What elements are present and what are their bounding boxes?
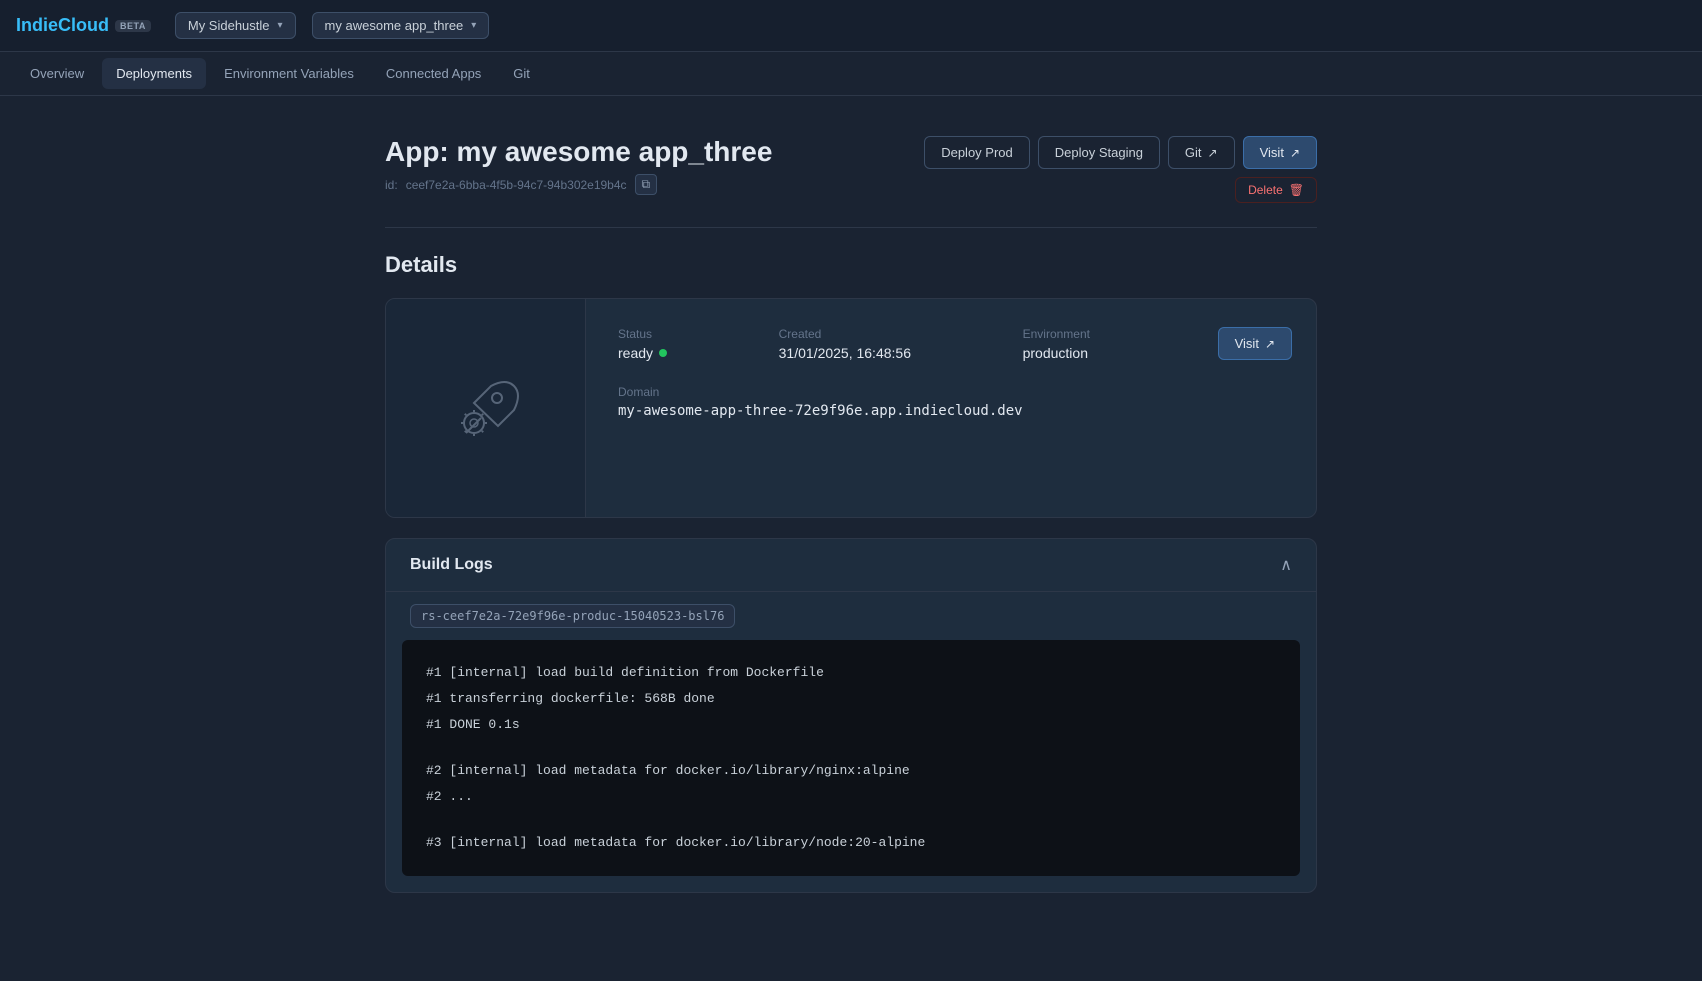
- top-nav: IndieCloud BETA My Sidehustle ▾ my aweso…: [0, 0, 1702, 52]
- domain-value: my-awesome-app-three-72e9f96e.app.indiec…: [618, 403, 1162, 419]
- visit-button[interactable]: Visit ↗: [1243, 136, 1317, 169]
- created-field: Created 31/01/2025, 16:48:56: [779, 327, 983, 361]
- environment-field: Environment production: [1023, 327, 1162, 361]
- deploy-staging-button[interactable]: Deploy Staging: [1038, 136, 1160, 169]
- divider: [385, 227, 1317, 228]
- logo: IndieCloud BETA: [16, 15, 151, 36]
- copy-id-button[interactable]: ⧉: [635, 174, 658, 195]
- header-btn-row: Deploy Prod Deploy Staging Git ↗ Visit ↗: [924, 136, 1317, 169]
- visit-btn-panel: Visit ↗: [1194, 299, 1316, 517]
- log-line-6: #3 [internal] load metadata for docker.i…: [426, 830, 1276, 856]
- app-id: id: ceef7e2a-6bba-4f5b-94c7-94b302e19b4c…: [385, 174, 772, 195]
- status-value: ready: [618, 345, 739, 361]
- nav-git[interactable]: Git: [499, 58, 544, 89]
- app-icon-panel: [386, 299, 586, 517]
- status-dot: [659, 349, 667, 357]
- build-logs-header[interactable]: Build Logs ∧: [386, 539, 1316, 592]
- workspace-dropdown[interactable]: My Sidehustle ▾: [175, 12, 296, 39]
- build-logs-body: rs-ceef7e2a-72e9f96e-produc-15040523-bsl…: [386, 592, 1316, 876]
- app-dropdown[interactable]: my awesome app_three ▾: [312, 12, 490, 39]
- workspace-dropdown-arrow: ▾: [278, 20, 283, 31]
- details-visit-icon: ↗: [1265, 337, 1275, 351]
- log-line-empty-1: [426, 738, 1276, 758]
- git-button[interactable]: Git ↗: [1168, 136, 1235, 169]
- nav-deployments[interactable]: Deployments: [102, 58, 206, 89]
- workspace-label: My Sidehustle: [188, 18, 270, 33]
- environment-label: Environment: [1023, 327, 1162, 341]
- log-line-3: #1 DONE 0.1s: [426, 712, 1276, 738]
- details-info: Status ready Created 31/01/2025, 16:48:5…: [586, 299, 1194, 517]
- visit-button-label: Visit: [1260, 145, 1284, 160]
- log-line-1: #1 [internal] load build definition from…: [426, 660, 1276, 686]
- domain-field: Domain my-awesome-app-three-72e9f96e.app…: [618, 385, 1162, 419]
- logo-text: IndieCloud: [16, 15, 109, 36]
- log-tag: rs-ceef7e2a-72e9f96e-produc-15040523-bsl…: [410, 604, 735, 628]
- build-logs-card: Build Logs ∧ rs-ceef7e2a-72e9f96e-produc…: [385, 538, 1317, 893]
- details-visit-label: Visit: [1235, 336, 1259, 351]
- details-card: Status ready Created 31/01/2025, 16:48:5…: [385, 298, 1317, 518]
- log-line-2: #1 transferring dockerfile: 568B done: [426, 686, 1276, 712]
- header-buttons: Deploy Prod Deploy Staging Git ↗ Visit ↗…: [924, 136, 1317, 203]
- created-label: Created: [779, 327, 983, 341]
- collapse-icon: ∧: [1280, 555, 1292, 575]
- domain-label: Domain: [618, 385, 1162, 399]
- delete-icon: 🗑: [1289, 183, 1304, 197]
- delete-row: Delete 🗑: [924, 177, 1317, 203]
- log-line-4: #2 [internal] load metadata for docker.i…: [426, 758, 1276, 784]
- status-label: Status: [618, 327, 739, 341]
- app-icon: [446, 368, 526, 448]
- created-value: 31/01/2025, 16:48:56: [779, 345, 983, 361]
- environment-value: production: [1023, 345, 1162, 361]
- nav-overview[interactable]: Overview: [16, 58, 98, 89]
- app-dropdown-arrow: ▾: [471, 20, 476, 31]
- app-label: my awesome app_three: [325, 18, 464, 33]
- nav-env-vars[interactable]: Environment Variables: [210, 58, 368, 89]
- build-logs-title: Build Logs: [410, 556, 493, 574]
- app-id-value: ceef7e2a-6bba-4f5b-94c7-94b302e19b4c: [406, 178, 627, 192]
- app-id-label: id:: [385, 178, 398, 192]
- main-content: App: my awesome app_three id: ceef7e2a-6…: [361, 96, 1341, 933]
- log-line-5: #2 ...: [426, 784, 1276, 810]
- app-title: App: my awesome app_three: [385, 136, 772, 168]
- external-link-icon: ↗: [1208, 146, 1218, 160]
- deploy-prod-button[interactable]: Deploy Prod: [924, 136, 1030, 169]
- section-title: Details: [385, 252, 1317, 278]
- delete-button[interactable]: Delete 🗑: [1235, 177, 1317, 203]
- delete-label: Delete: [1248, 183, 1283, 197]
- git-button-label: Git: [1185, 145, 1202, 160]
- beta-badge: BETA: [115, 20, 151, 32]
- sub-nav: Overview Deployments Environment Variabl…: [0, 52, 1702, 96]
- visit-external-icon: ↗: [1290, 146, 1300, 160]
- app-header-left: App: my awesome app_three id: ceef7e2a-6…: [385, 136, 772, 195]
- details-visit-button[interactable]: Visit ↗: [1218, 327, 1292, 360]
- status-field: Status ready: [618, 327, 739, 361]
- log-line-empty-2: [426, 810, 1276, 830]
- nav-connected-apps[interactable]: Connected Apps: [372, 58, 495, 89]
- app-header: App: my awesome app_three id: ceef7e2a-6…: [385, 136, 1317, 203]
- log-terminal: #1 [internal] load build definition from…: [402, 640, 1300, 876]
